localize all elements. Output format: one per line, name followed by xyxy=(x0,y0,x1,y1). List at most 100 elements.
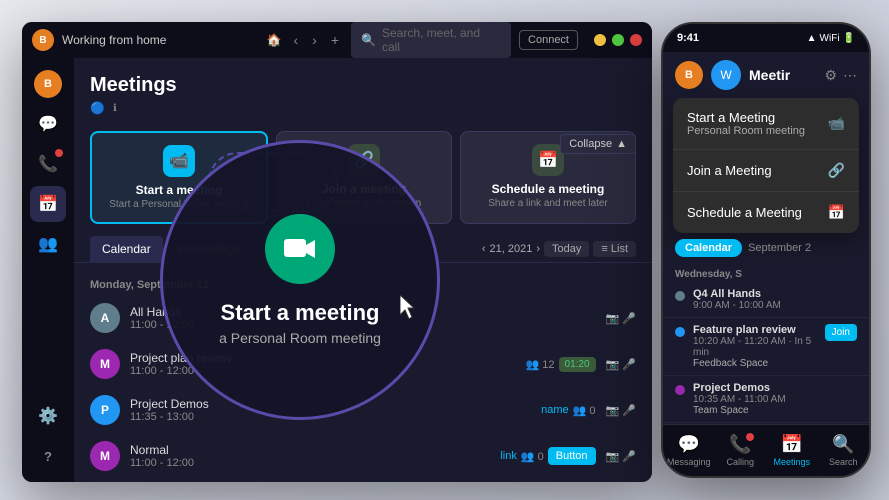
start-meeting-icon: 📹 xyxy=(163,145,195,177)
phone-dropdown: Start a Meeting Personal Room meeting 📹 … xyxy=(673,98,859,233)
schedule-meeting-icon: 📅 xyxy=(532,144,564,176)
meeting-avatar-allhands: A xyxy=(90,303,120,333)
list-view-button[interactable]: ≡ List xyxy=(593,241,636,257)
phone-join-feature-button[interactable]: Join xyxy=(825,324,857,341)
search-nav-label: Search xyxy=(829,457,858,467)
phone-dropdown-start-label: Start a Meeting xyxy=(687,110,805,125)
sidebar-icon-calls[interactable]: 📞 xyxy=(30,146,66,182)
meeting-item-rebrand[interactable]: R Rebrand Brainstorming 08:00 - 12:00 📷 … xyxy=(74,479,652,482)
phone-webex-icon: W xyxy=(711,60,741,90)
meetings-url: 🔵 ℹ xyxy=(90,101,636,115)
nav-back[interactable]: ‹ xyxy=(289,30,302,50)
schedule-meeting-title: Schedule a meeting xyxy=(492,182,605,196)
phone-time: 9:41 xyxy=(677,32,699,44)
close-button[interactable] xyxy=(630,34,642,46)
meetings-title: Meetings xyxy=(90,74,636,97)
phone-gear-icon[interactable]: ⚙ xyxy=(824,67,837,84)
phone-header-icons: ⚙ ⋯ xyxy=(824,67,857,84)
connect-button[interactable]: Connect xyxy=(519,30,578,50)
meeting-avatar-planreview: M xyxy=(90,349,120,379)
date-nav: ‹ 21, 2021 › Today ≡ List xyxy=(482,241,636,257)
meeting-avatar-demos: P xyxy=(90,395,120,425)
circle-title: Start a meeting xyxy=(221,300,380,326)
calling-nav-label: Calling xyxy=(726,457,754,467)
search-bar[interactable]: 🔍 Search, meet, and call xyxy=(351,22,511,58)
phone-start-icon: 📹 xyxy=(828,115,845,132)
chevron-up-icon: ▲ xyxy=(616,138,627,150)
phone-status-bar: 9:41 ▲ WiFi 🔋 xyxy=(663,24,869,52)
meeting-item-normal[interactable]: M Normal 11:00 - 12:00 link 👥 0 Button 📷… xyxy=(74,433,652,479)
phone-meeting-info-demos: Project Demos 10:35 AM - 11:00 AM Team S… xyxy=(693,382,857,416)
phone-meeting-dot-q4 xyxy=(675,291,685,301)
messaging-nav-icon: 💬 xyxy=(678,434,700,455)
sidebar-icon-meetings[interactable]: 📅 xyxy=(30,186,66,222)
nav-forward[interactable]: › xyxy=(308,30,321,50)
battery-icon: 🔋 xyxy=(843,33,855,44)
sidebar-icon-teams[interactable]: 👥 xyxy=(30,226,66,262)
sidebar-icon-avatar[interactable]: B xyxy=(30,66,66,102)
phone-dropdown-schedule-label: Schedule a Meeting xyxy=(687,205,802,220)
sidebar-avatar: B xyxy=(34,70,62,98)
phone-calendar-tab[interactable]: Calendar xyxy=(675,239,742,257)
phone-avatar: B xyxy=(675,61,703,89)
phone-more-icon[interactable]: ⋯ xyxy=(843,67,857,84)
status-icon: 🏠 xyxy=(267,33,282,47)
phone-dropdown-schedule[interactable]: Schedule a Meeting 📅 xyxy=(673,192,859,233)
minimize-button[interactable] xyxy=(594,34,606,46)
meeting-icons-demos: 📷 🎤 xyxy=(606,404,636,417)
phone-meeting-q4[interactable]: Q4 All Hands 9:00 AM - 10:00 AM xyxy=(663,282,869,318)
phone-join-icon: 🔗 xyxy=(828,162,845,179)
phone-meeting-info-q4: Q4 All Hands 9:00 AM - 10:00 AM xyxy=(693,288,857,311)
meetings-header: Meetings 🔵 ℹ Collapse ▲ xyxy=(74,58,652,123)
meeting-icons-normal: 📷 🎤 xyxy=(606,450,636,463)
join-normal-button[interactable]: Button xyxy=(548,447,596,465)
today-button[interactable]: Today xyxy=(544,241,589,257)
meetings-nav-label: Meetings xyxy=(773,457,810,467)
meeting-info-normal: Normal 11:00 - 12:00 xyxy=(130,443,490,469)
nav-add[interactable]: + xyxy=(327,30,343,50)
tab-calendar[interactable]: Calendar xyxy=(90,236,163,262)
meeting-actions-demos: name 👥 0 xyxy=(541,404,595,417)
collapse-button[interactable]: Collapse ▲ xyxy=(560,134,636,154)
phone-nav-search[interactable]: 🔍 Search xyxy=(818,434,870,467)
circle-video-icon xyxy=(265,214,335,284)
phone-cal-header: Calendar September 2 xyxy=(663,233,869,263)
phone-dropdown-start-sub: Personal Room meeting xyxy=(687,125,805,137)
phone-status-icons: ▲ WiFi 🔋 xyxy=(807,33,855,44)
phone-meeting-demos[interactable]: Project Demos 10:35 AM - 11:00 AM Team S… xyxy=(663,376,869,423)
next-date-icon[interactable]: › xyxy=(536,243,540,255)
mobile-phone: 9:41 ▲ WiFi 🔋 B W Meetir ⚙ ⋯ Start a Mee… xyxy=(661,22,871,478)
sidebar-icon-settings[interactable]: ⚙️ xyxy=(30,398,66,434)
left-sidebar: B 💬 📞 📅 👥 ⚙️ ? xyxy=(22,58,74,482)
calling-nav-icon: 📞 xyxy=(729,434,751,455)
sidebar-icon-messages[interactable]: 💬 xyxy=(30,106,66,142)
signal-icon: ▲ xyxy=(807,33,817,44)
window-controls xyxy=(594,34,642,46)
circle-subtitle: a Personal Room meeting xyxy=(219,330,381,346)
maximize-button[interactable] xyxy=(612,34,624,46)
sidebar-icon-help[interactable]: ? xyxy=(30,438,66,474)
phone-date-header-1: Wednesday, S xyxy=(663,263,869,282)
phone-nav-meetings[interactable]: 📅 Meetings xyxy=(766,434,818,467)
phone-meeting-dot-demos xyxy=(675,385,685,395)
phone-nav: 💬 Messaging 📞 Calling 📅 Meetings 🔍 Searc… xyxy=(663,424,869,476)
user-avatar: B xyxy=(32,29,54,51)
phone-dropdown-join[interactable]: Join a Meeting 🔗 xyxy=(673,150,859,192)
collapse-label: Collapse xyxy=(569,138,612,150)
nav-controls: ‹ › + xyxy=(289,30,343,50)
meeting-icons-planreview: 📷 🎤 xyxy=(606,358,636,371)
search-placeholder: Search, meet, and call xyxy=(382,26,501,54)
phone-meeting-info-feature: Feature plan review 10:20 AM - 11:20 AM … xyxy=(693,324,817,369)
search-icon: 🔍 xyxy=(361,33,376,47)
webex-icon: 🔵 xyxy=(90,101,105,115)
phone-header-title: Meetir xyxy=(749,67,816,83)
phone-nav-messaging[interactable]: 💬 Messaging xyxy=(663,434,715,467)
meeting-avatar-normal: M xyxy=(90,441,120,471)
phone-dropdown-join-label: Join a Meeting xyxy=(687,163,772,178)
prev-date-icon[interactable]: ‹ xyxy=(482,243,486,255)
phone-schedule-icon: 📅 xyxy=(828,204,845,221)
phone-meeting-feature[interactable]: Feature plan review 10:20 AM - 11:20 AM … xyxy=(663,318,869,376)
phone-nav-calling[interactable]: 📞 Calling xyxy=(715,434,767,467)
date-range: 21, 2021 xyxy=(490,243,533,255)
phone-dropdown-start[interactable]: Start a Meeting Personal Room meeting 📹 xyxy=(673,98,859,150)
